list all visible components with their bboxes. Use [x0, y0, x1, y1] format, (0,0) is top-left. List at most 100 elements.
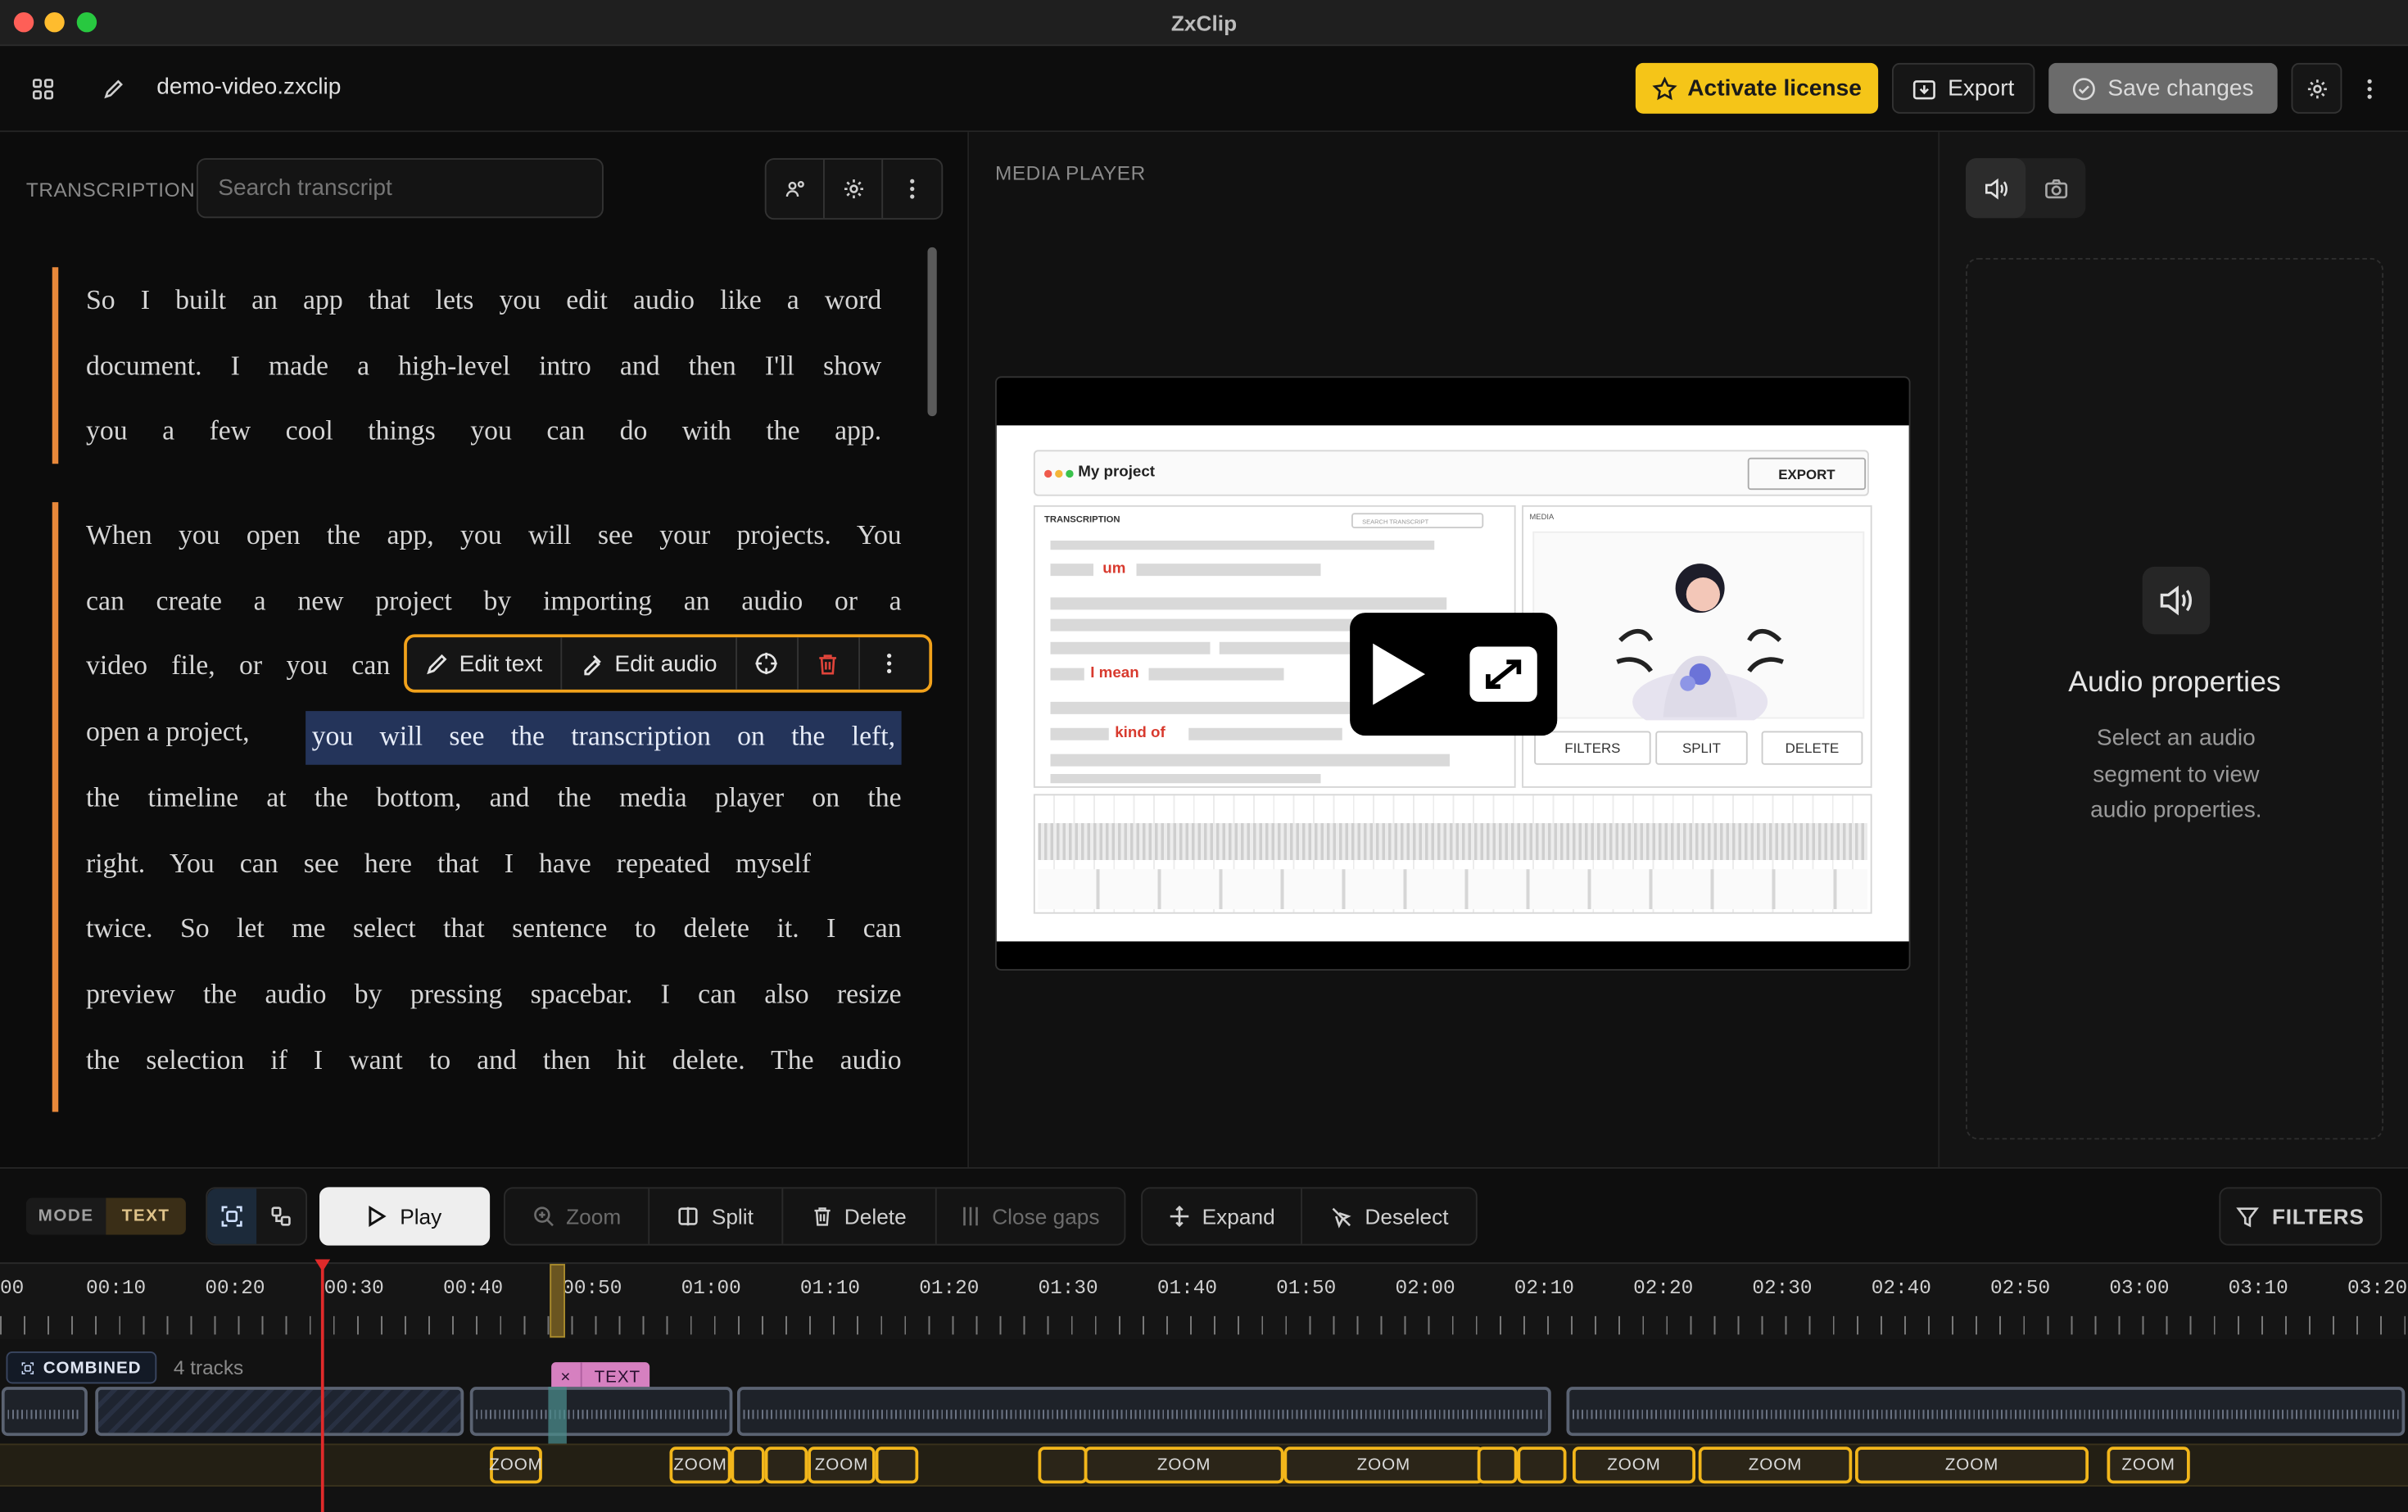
zoom-segment[interactable]: ZOOM [1573, 1446, 1695, 1484]
more-menu-icon[interactable] [2354, 74, 2385, 105]
delete-button[interactable]: Delete [783, 1188, 937, 1244]
transcript-scrollbar[interactable] [927, 247, 937, 417]
zoom-segment[interactable] [731, 1446, 765, 1484]
deselect-button[interactable]: Deselect [1302, 1188, 1476, 1244]
window-title: ZxClip [1170, 11, 1238, 36]
search-transcript-input[interactable] [197, 158, 604, 219]
zoom-segment[interactable]: ZOOM [1283, 1446, 1484, 1484]
focus-icon [21, 1361, 34, 1374]
timeline-ruler[interactable]: 00 00:10 00:20 00:30 00:40 00:50 01:00 01:10 01:… [0, 1262, 2408, 1339]
zoom-segment[interactable] [875, 1446, 919, 1484]
zoom-segment[interactable]: ZOOM [489, 1446, 542, 1484]
video-frame[interactable]: My project EXPORT TRANSCRIPTION SEARCH T… [995, 376, 1911, 971]
media-player-label: MEDIA PLAYER [995, 161, 1146, 184]
export-button[interactable]: Export [1892, 62, 2035, 114]
pencil-icon[interactable] [98, 74, 129, 105]
properties-hint: Select an audio segment to view audio pr… [2090, 725, 2262, 823]
close-gaps-button[interactable]: Close gaps [937, 1188, 1125, 1244]
layout-icon[interactable] [256, 1188, 306, 1244]
export-icon [1913, 79, 1936, 99]
ruler-tick-label: 00:50 [562, 1276, 622, 1300]
camera-icon[interactable] [2026, 158, 2085, 218]
play-icon [369, 1206, 387, 1227]
ruler-tick-label: 02:10 [1514, 1276, 1574, 1300]
selected-sentence[interactable]: you will see the transcription on the le… [306, 711, 902, 765]
selection-marker[interactable] [550, 1264, 565, 1338]
pen-icon [584, 654, 602, 675]
zoom-segment[interactable]: ZOOM [1698, 1446, 1853, 1484]
edit-text-button[interactable]: Edit text [407, 637, 563, 690]
transcript-paragraph[interactable]: When you open the app, you will see your… [52, 502, 902, 1112]
trash-icon[interactable] [799, 637, 860, 690]
audio-clip[interactable] [1, 1387, 88, 1437]
speakers-icon[interactable] [767, 160, 825, 219]
preview-app-header: My project EXPORT [1033, 450, 1869, 496]
play-button[interactable]: Play [319, 1187, 491, 1246]
activate-license-button[interactable]: Activate license [1635, 62, 1879, 114]
columns-icon [963, 1206, 978, 1226]
ruler-tick-label: 00:20 [205, 1276, 265, 1300]
zoom-segment[interactable]: ZOOM [1855, 1446, 2089, 1484]
zoom-segment[interactable]: ZOOM [2107, 1446, 2190, 1484]
play-overlay[interactable] [1350, 613, 1558, 736]
preview-export: EXPORT [1747, 457, 1867, 491]
ruler-tick-label: 02:20 [1633, 1276, 1694, 1300]
focus-icon[interactable] [207, 1188, 257, 1244]
more-options-icon[interactable] [860, 637, 918, 690]
split-button[interactable]: Split [650, 1188, 784, 1244]
target-icon[interactable] [737, 637, 799, 690]
play-icon[interactable] [1370, 641, 1428, 708]
split-icon [679, 1206, 699, 1226]
properties-tabs [1966, 158, 2086, 219]
preview-timeline [1033, 794, 1872, 914]
ruler-tick-label: 03:10 [2228, 1276, 2288, 1300]
properties-panel: Audio properties Select an audio segment… [1938, 132, 2408, 1167]
transcript-paragraph[interactable]: So I built an app that lets you edit aud… [52, 267, 881, 464]
mode-toggle[interactable]: MODE TEXT [25, 1197, 186, 1235]
ruler-tick-label: 02:00 [1395, 1276, 1455, 1300]
ruler-tick-label: 01:10 [799, 1276, 861, 1300]
properties-empty-state: Audio properties Select an audio segment… [1966, 258, 2383, 1140]
ruler-tick-label: 02:40 [1871, 1276, 1931, 1300]
zoom-segment[interactable] [1477, 1446, 1518, 1484]
title-bar: ZxClip [0, 0, 2408, 47]
zoom-segment[interactable] [1517, 1446, 1567, 1484]
zoom-segment[interactable] [764, 1446, 808, 1484]
gear-icon[interactable] [825, 160, 884, 219]
zoom-segment[interactable]: ZOOM [808, 1446, 876, 1484]
ruler-tick-label: 00:40 [442, 1276, 504, 1300]
ruler-ticks [0, 1315, 2408, 1335]
filters-button[interactable]: FILTERS [2219, 1187, 2383, 1246]
edit-audio-button[interactable]: Edit audio [563, 637, 737, 690]
zoom-segment[interactable]: ZOOM [1084, 1446, 1284, 1484]
project-filename[interactable]: demo-video.zxclip [156, 74, 341, 100]
zoom-button[interactable]: Zoom [505, 1188, 650, 1244]
speaker-icon [2142, 566, 2211, 635]
preview-media: MEDIA FILTERS SPLIT DELETE [1522, 505, 1872, 788]
properties-title: Audio properties [2068, 666, 2281, 699]
settings-button[interactable] [2291, 62, 2342, 114]
ruler-tick-label: 01:50 [1276, 1276, 1337, 1300]
gear-icon [2306, 79, 2326, 98]
expand-button[interactable]: Expand [1143, 1188, 1302, 1244]
zoom-segment[interactable] [1038, 1446, 1088, 1484]
transcription-label: TRANSCRIPTION [25, 178, 196, 201]
audio-clip[interactable] [1566, 1387, 2406, 1437]
audio-clip[interactable] [737, 1387, 1551, 1437]
fullscreen-icon[interactable] [1469, 646, 1537, 702]
expand-icon [1170, 1205, 1188, 1228]
more-options-icon[interactable] [883, 160, 941, 218]
grid-icon[interactable] [28, 74, 59, 105]
combined-track-badge[interactable]: COMBINED [6, 1351, 157, 1384]
audio-clip[interactable] [469, 1387, 733, 1437]
audio-clip-muted[interactable] [95, 1387, 464, 1437]
zoom-segment[interactable]: ZOOM [669, 1446, 731, 1484]
filter-icon [2237, 1206, 2260, 1227]
ruler-tick-label: 00 [0, 1276, 25, 1300]
ruler-tick-label: 00:30 [324, 1276, 384, 1300]
star-icon [1652, 75, 1677, 100]
ruler-tick-label: 00:10 [86, 1276, 147, 1300]
playhead[interactable] [320, 1262, 324, 1512]
speaker-icon[interactable] [1966, 158, 2026, 219]
save-changes-button[interactable]: Save changes [2048, 62, 2278, 114]
